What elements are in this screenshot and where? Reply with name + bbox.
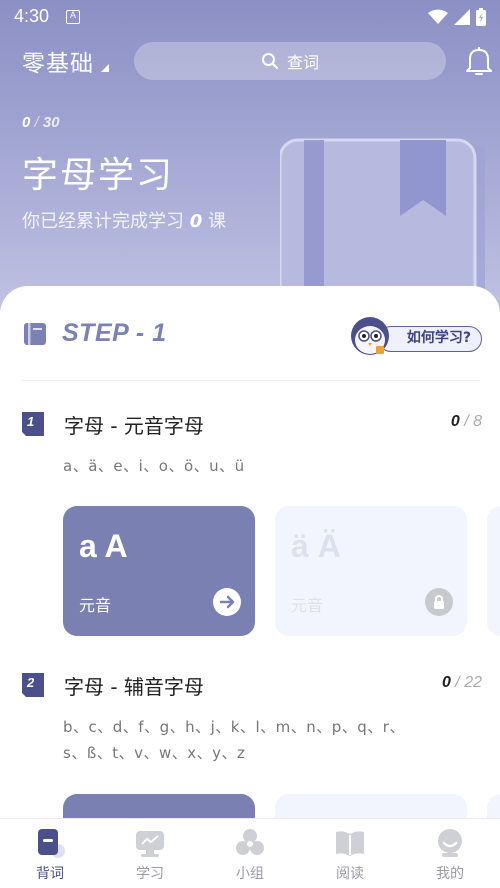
tab-label: 阅读 xyxy=(336,866,364,882)
section-letters-line1: b、c、d、f、g、h、j、k、l、m、n、p、q、r、 xyxy=(63,718,405,736)
signal-icon xyxy=(454,9,470,25)
progress-count: 0 / 30 xyxy=(22,114,60,131)
caret-down-icon[interactable] xyxy=(101,64,109,72)
completion-summary: 你已经累计完成学习 0 课 xyxy=(22,207,226,233)
summary-suffix: 课 xyxy=(208,211,226,232)
search-icon xyxy=(261,53,278,69)
battery-icon xyxy=(476,8,486,26)
reading-book-icon xyxy=(336,831,364,856)
level-selector[interactable]: 零基础 xyxy=(22,44,94,78)
section-consonants-header[interactable]: 2 字母 - 辅音字母 0 / 22 xyxy=(22,671,482,701)
summary-count: 0 xyxy=(189,211,203,232)
section-progress: 0 / 22 xyxy=(442,674,482,692)
lesson-card-a[interactable]: a A 元音 xyxy=(63,506,255,636)
status-time: 4:30 xyxy=(14,6,50,26)
progress-total: 30 xyxy=(42,114,60,131)
top-bar: 零基础 查词 xyxy=(0,40,500,84)
hero-banner: 4:30 A 零基础 查词 0 / 30 字母学习 你已经累计完成学习 0 课 xyxy=(0,0,500,330)
section-done: 0 xyxy=(450,413,460,430)
section-progress-separator: / xyxy=(455,674,460,691)
card-letters: a A xyxy=(79,528,128,564)
notification-icon: A xyxy=(66,10,80,24)
bottom-tab-bar: 背词 学习 小组 阅读 我的 xyxy=(0,818,500,888)
bell-icon[interactable] xyxy=(466,46,492,76)
study-board-icon xyxy=(136,831,164,857)
progress-done: 0 xyxy=(22,114,31,131)
search-placeholder: 查词 xyxy=(286,53,319,72)
section-vowels-header[interactable]: 1 字母 - 元音字母 0 / 8 xyxy=(22,410,482,440)
card-category: 元音 xyxy=(291,596,324,615)
page-title: 字母学习 xyxy=(22,155,175,196)
card-category: 元音 xyxy=(79,596,112,615)
tab-profile[interactable]: 我的 xyxy=(400,819,500,888)
step-label: STEP - 1 xyxy=(62,319,167,347)
card-letters: ä Ä xyxy=(291,528,341,564)
status-icons xyxy=(428,8,486,26)
section-letters: a、ä、e、i、o、ö、u、ü xyxy=(63,457,245,475)
section-letters-line2: s、ß、t、v、w、x、y、z xyxy=(63,744,246,762)
section-number: 1 xyxy=(27,414,35,429)
wifi-icon xyxy=(428,9,448,24)
search-bar[interactable]: 查词 xyxy=(134,42,446,80)
tab-label: 学习 xyxy=(136,866,164,882)
section-total: 22 xyxy=(464,674,482,691)
lesson-card-consonant-2[interactable] xyxy=(275,794,467,818)
tab-study[interactable]: 学习 xyxy=(100,819,200,888)
owl-mascot-icon xyxy=(351,317,389,355)
section-title: 字母 - 辅音字母 xyxy=(64,675,204,699)
lock-icon xyxy=(425,588,453,616)
lesson-card-consonant-next[interactable] xyxy=(487,794,500,818)
progress-separator: / xyxy=(34,114,39,131)
section-title: 字母 - 元音字母 xyxy=(64,414,204,438)
profile-face-icon xyxy=(438,829,462,857)
how-to-learn-label: 如何学习? xyxy=(378,326,482,352)
how-to-learn-button[interactable]: 如何学习? xyxy=(350,316,482,358)
tab-label: 背词 xyxy=(36,866,64,882)
lesson-panel: STEP - 1 如何学习? 1 字母 - 元音字母 0 / 8 a、ä、e、i… xyxy=(0,286,500,818)
tab-vocab[interactable]: 背词 xyxy=(0,819,100,888)
step-header: STEP - 1 如何学习? xyxy=(22,316,482,356)
summary-prefix: 你已经累计完成学习 xyxy=(22,211,184,232)
status-bar: 4:30 A xyxy=(0,0,500,34)
tab-reading[interactable]: 阅读 xyxy=(300,819,400,888)
section-total: 8 xyxy=(473,413,482,430)
section-number: 2 xyxy=(27,675,35,690)
divider xyxy=(22,380,480,381)
lesson-card-consonant-1[interactable] xyxy=(63,794,255,818)
book-icon xyxy=(24,323,46,345)
tab-label: 我的 xyxy=(436,866,464,882)
lesson-card-a-umlaut[interactable]: ä Ä 元音 xyxy=(275,506,467,636)
tab-label: 小组 xyxy=(236,866,264,882)
tab-group[interactable]: 小组 xyxy=(200,819,300,888)
lesson-card-next[interactable] xyxy=(487,506,500,636)
vocab-book-icon xyxy=(38,829,65,858)
section-done: 0 xyxy=(441,674,451,691)
section-progress-separator: / xyxy=(464,413,469,430)
arrow-right-icon[interactable] xyxy=(213,588,241,616)
group-icon xyxy=(236,829,264,855)
section-progress: 0 / 8 xyxy=(451,413,482,431)
